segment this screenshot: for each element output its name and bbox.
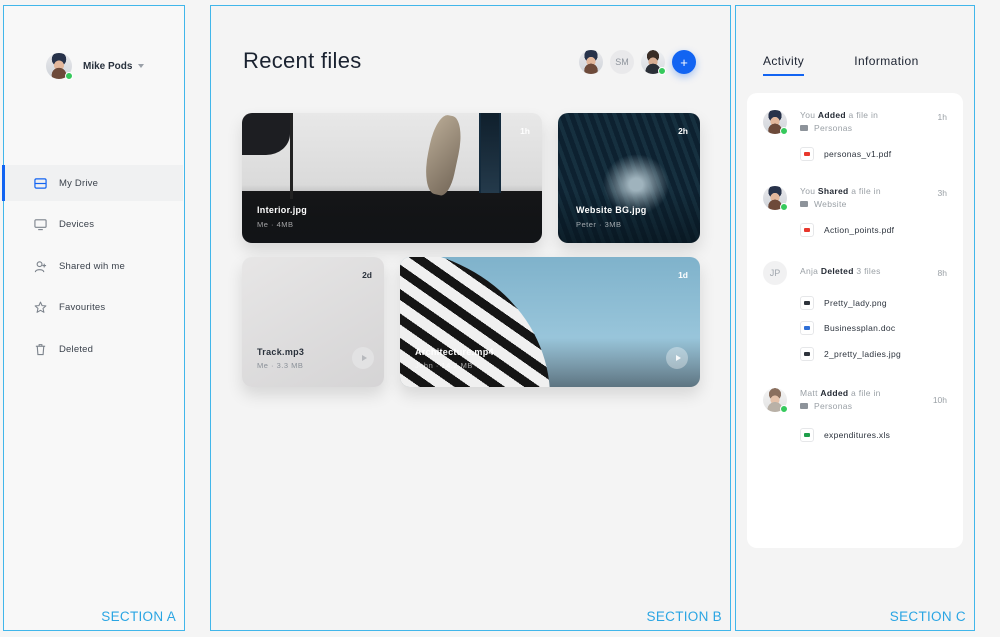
activity-time: 3h	[937, 188, 947, 198]
activity-time: 8h	[937, 268, 947, 278]
section-label: SECTION C	[889, 609, 966, 624]
folder-icon	[800, 125, 808, 131]
avatar	[763, 110, 788, 135]
file-link[interactable]: Businessplan.doc	[800, 321, 895, 335]
activity-text: You Added a file in	[800, 110, 879, 120]
file-card-architecture[interactable]: 1d Architecture.mp4 John · 14.2 MB	[400, 257, 700, 387]
sidebar-item-label: My Drive	[59, 177, 99, 189]
collaborator-initials[interactable]: SM	[610, 50, 634, 74]
file-link[interactable]: expenditures.xls	[800, 428, 890, 442]
chevron-down-icon	[138, 64, 145, 68]
sidebar-item-my-drive[interactable]: My Drive	[2, 165, 183, 201]
thumbnail-detail	[290, 113, 293, 199]
user-menu[interactable]: Mike Pods	[46, 53, 145, 80]
online-indicator	[780, 405, 788, 413]
file-card-interior[interactable]: 1h Interior.jpg Me · 4MB	[242, 113, 542, 243]
activity-time: 10h	[932, 395, 947, 405]
play-icon[interactable]	[352, 347, 374, 369]
star-icon	[34, 301, 47, 313]
tab-information[interactable]: Information	[854, 54, 918, 68]
page-title: Recent files	[243, 48, 362, 73]
activity-text: Matt Added a file in	[800, 388, 881, 398]
image-icon	[800, 347, 814, 361]
doc-icon	[800, 321, 814, 335]
avatar	[763, 186, 788, 211]
activity-text: Anja Deleted 3 files	[800, 266, 881, 276]
file-link[interactable]: Action_points.pdf	[800, 223, 894, 237]
avatar	[46, 53, 73, 80]
folder-icon	[800, 201, 808, 207]
tab-bar: Activity Information	[763, 54, 919, 76]
sidebar-item-label: Devices	[59, 219, 95, 230]
file-time: 2h	[678, 126, 688, 136]
sidebar-nav: My Drive Devices Shared wih me Favourite…	[2, 165, 183, 373]
file-name: Interior.jpg	[257, 205, 308, 215]
file-time: 2d	[362, 270, 372, 280]
file-meta: Me · 3.3 MB	[257, 361, 304, 370]
online-indicator	[658, 67, 666, 75]
file-name: Track.mp3	[257, 347, 305, 357]
file-name: Architecture.mp4	[415, 347, 494, 357]
collaborator-avatar[interactable]	[579, 50, 603, 74]
avatar	[763, 388, 788, 413]
sidebar-item-label: Deleted	[59, 343, 94, 355]
online-indicator	[780, 203, 788, 211]
thumbnail-detail	[479, 113, 501, 193]
file-time: 1h	[520, 126, 530, 136]
pdf-icon	[800, 223, 814, 237]
add-collaborator-button[interactable]: +	[672, 50, 696, 74]
thumbnail-detail	[242, 113, 290, 155]
section-label: SECTION A	[101, 609, 176, 624]
main-section: Recent files SM + 1h Interior.jpg Me · 4…	[210, 5, 731, 631]
collaborators: SM +	[579, 50, 696, 75]
avatar-initials: JP	[763, 261, 787, 285]
file-link[interactable]: 2_pretty_ladies.jpg	[800, 347, 901, 361]
activity-folder[interactable]: Personas	[800, 123, 852, 133]
image-icon	[800, 296, 814, 310]
activity-text: You Shared a file in	[800, 186, 881, 196]
file-link[interactable]: personas_v1.pdf	[800, 147, 891, 161]
activity-time: 1h	[937, 112, 947, 122]
spreadsheet-icon	[800, 428, 814, 442]
trash-icon	[35, 343, 46, 355]
add-user-icon	[34, 260, 47, 272]
file-card-website[interactable]: 2h Website BG.jpg Peter · 3MB	[558, 113, 700, 243]
file-meta: Me · 4MB	[257, 220, 294, 229]
section-label: SECTION B	[646, 609, 722, 624]
file-card-track[interactable]: 2d Track.mp3 Me · 3.3 MB	[242, 257, 384, 387]
folder-icon	[800, 403, 808, 409]
activity-folder[interactable]: Website	[800, 199, 847, 209]
file-meta: John · 14.2 MB	[415, 361, 473, 370]
online-indicator	[780, 127, 788, 135]
drive-icon	[34, 177, 47, 189]
sidebar-item-favourites[interactable]: Favourites	[4, 290, 183, 326]
file-meta: Peter · 3MB	[576, 220, 622, 229]
play-icon[interactable]	[666, 347, 688, 369]
file-name: Website BG.jpg	[576, 205, 647, 215]
pdf-icon	[800, 147, 814, 161]
online-indicator	[65, 72, 73, 80]
sidebar-item-label: Favourites	[59, 302, 106, 313]
activity-folder[interactable]: Personas	[800, 401, 852, 411]
tab-activity[interactable]: Activity	[763, 54, 805, 76]
monitor-icon	[34, 219, 47, 231]
sidebar-item-shared[interactable]: Shared wih me	[4, 248, 183, 284]
sidebar-item-devices[interactable]: Devices	[4, 207, 183, 243]
user-name: Mike Pods	[83, 60, 133, 72]
activity-panel: You Added a file in 1h Personas personas…	[747, 93, 963, 548]
sidebar-item-deleted[interactable]: Deleted	[4, 331, 183, 367]
file-time: 1d	[678, 270, 688, 280]
collaborator-avatar[interactable]	[641, 50, 666, 75]
thumbnail-detail	[420, 113, 466, 198]
activity-section: Activity Information You Added a file in…	[735, 5, 975, 631]
sidebar-item-label: Shared wih me	[59, 260, 125, 272]
file-link[interactable]: Pretty_lady.png	[800, 296, 887, 310]
sidebar-section: Mike Pods My Drive Devices Shared wih me…	[2, 5, 185, 631]
